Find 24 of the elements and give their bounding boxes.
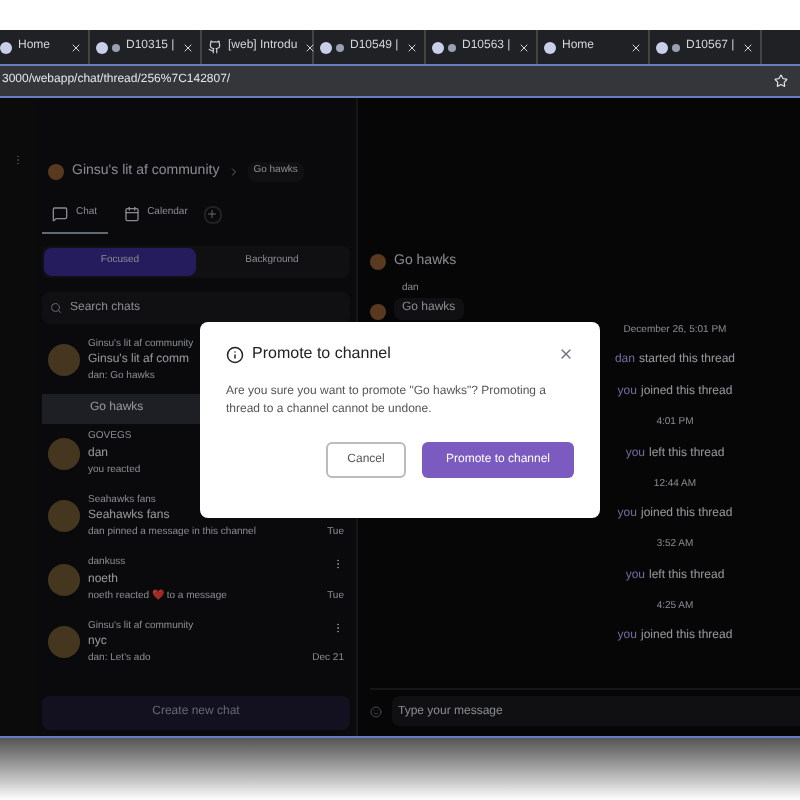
search-icon <box>50 302 62 314</box>
app-icon <box>544 41 556 53</box>
chat-avatar <box>48 563 80 595</box>
close-icon[interactable] <box>558 346 574 362</box>
dialog-title: Promote to channel <box>252 342 391 366</box>
bookmark-star-icon[interactable] <box>774 74 788 88</box>
plus-icon <box>206 208 219 220</box>
community-avatar <box>48 164 64 180</box>
calendar-icon <box>123 205 140 221</box>
app-icon <box>432 41 444 53</box>
app-icon <box>0 41 12 53</box>
chat-avatar <box>48 437 80 469</box>
chat-avatar <box>48 500 80 532</box>
chat-avatar <box>48 626 80 658</box>
chat-icon <box>52 205 68 221</box>
app-icon <box>96 41 108 53</box>
author-avatar <box>370 303 386 319</box>
info-icon <box>226 345 244 363</box>
app-icon <box>320 41 332 53</box>
app-icon <box>656 41 668 53</box>
chat-avatar <box>48 344 80 376</box>
thread-avatar <box>370 254 386 270</box>
chevron-icon <box>227 166 240 178</box>
github-icon <box>208 40 222 54</box>
